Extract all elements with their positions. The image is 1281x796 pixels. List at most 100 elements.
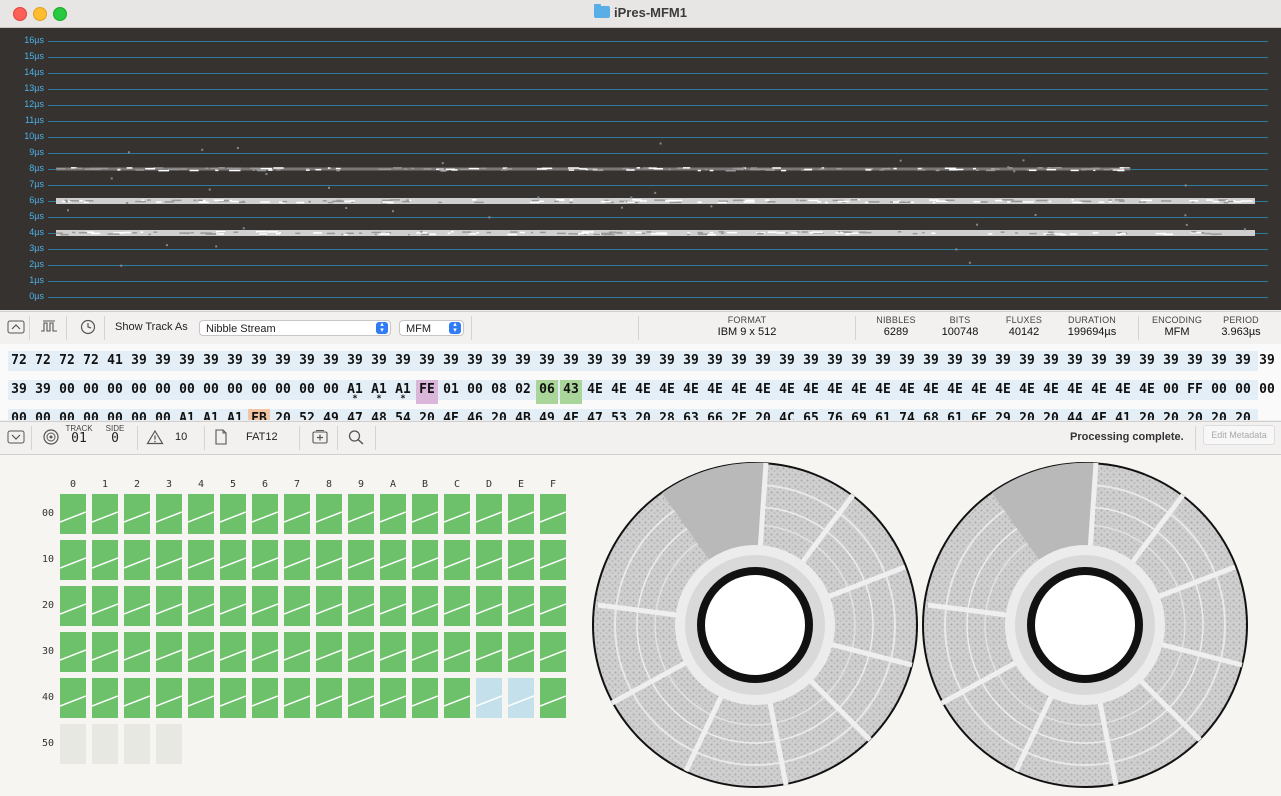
hex-byte[interactable]: 44 xyxy=(1064,409,1086,420)
hex-byte[interactable]: 39 xyxy=(776,351,798,375)
hex-byte[interactable]: 39 xyxy=(944,351,966,375)
sector-cell-ok[interactable] xyxy=(540,586,566,626)
hex-byte[interactable]: 4C xyxy=(776,409,798,420)
hex-byte[interactable]: 39 xyxy=(272,351,294,375)
hex-byte[interactable]: 4E xyxy=(920,380,942,404)
sector-cell-ok[interactable] xyxy=(188,586,214,626)
hex-byte[interactable]: 20 xyxy=(1232,409,1254,420)
hex-byte[interactable]: 00 xyxy=(56,409,78,420)
hex-byte[interactable]: 39 xyxy=(920,351,942,375)
hex-byte[interactable]: 4E xyxy=(872,380,894,404)
hex-byte[interactable]: 39 xyxy=(584,351,606,375)
sector-cell-ok[interactable] xyxy=(412,678,438,718)
hex-byte[interactable]: 4E xyxy=(824,380,846,404)
hex-byte[interactable]: 39 xyxy=(536,351,558,375)
hex-byte[interactable]: 00 xyxy=(152,380,174,404)
hex-byte[interactable]: 54 xyxy=(392,409,414,420)
sector-cell-unused[interactable] xyxy=(124,724,150,764)
hex-byte[interactable]: 39 xyxy=(632,351,654,375)
hex-byte[interactable]: 4E xyxy=(800,380,822,404)
hex-byte[interactable]: 4E xyxy=(584,380,606,404)
hex-byte[interactable]: 20 xyxy=(1184,409,1206,420)
hex-byte[interactable]: 29 xyxy=(992,409,1014,420)
sector-cell-ok[interactable] xyxy=(124,632,150,672)
hex-byte[interactable]: 39 xyxy=(1016,351,1038,375)
hex-byte[interactable]: 20 xyxy=(1040,409,1062,420)
sector-cell-ok[interactable] xyxy=(380,494,406,534)
hex-byte[interactable]: 53 xyxy=(608,409,630,420)
hex-byte[interactable]: 47 xyxy=(584,409,606,420)
hex-byte[interactable]: 39 xyxy=(1112,351,1134,375)
hex-byte[interactable]: 20 xyxy=(632,409,654,420)
sector-cell-ok[interactable] xyxy=(188,540,214,580)
hex-byte[interactable]: A1* xyxy=(224,409,246,420)
sector-cell-ok[interactable] xyxy=(380,632,406,672)
hex-byte[interactable]: 39 xyxy=(896,351,918,375)
hex-byte[interactable]: 4E xyxy=(1136,380,1158,404)
hex-byte[interactable]: 4E xyxy=(704,380,726,404)
hex-byte[interactable]: 00 xyxy=(152,409,174,420)
sector-cell-ok[interactable] xyxy=(252,632,278,672)
clock-icon[interactable] xyxy=(79,319,97,335)
sector-cell-ok[interactable] xyxy=(124,540,150,580)
hex-byte[interactable]: 39 xyxy=(248,351,270,375)
sector-cell-ok[interactable] xyxy=(476,540,502,580)
hex-byte[interactable]: 39 xyxy=(872,351,894,375)
hex-byte[interactable]: 52 xyxy=(296,409,318,420)
hex-byte[interactable]: 39 xyxy=(824,351,846,375)
hex-byte[interactable]: 20 xyxy=(1208,409,1230,420)
hex-byte[interactable]: 39 xyxy=(128,351,150,375)
sector-cell-ok[interactable] xyxy=(540,632,566,672)
sector-cell-ok[interactable] xyxy=(220,494,246,534)
sector-cell-ok[interactable] xyxy=(412,540,438,580)
sector-cell-ok[interactable] xyxy=(380,678,406,718)
hex-byte[interactable]: 39 xyxy=(1160,351,1182,375)
sector-cell-ok[interactable] xyxy=(348,632,374,672)
hex-byte[interactable]: 72 xyxy=(80,351,102,375)
hex-byte[interactable]: 39 xyxy=(176,351,198,375)
hex-byte[interactable]: 4E xyxy=(752,380,774,404)
sector-cell-ok[interactable] xyxy=(284,540,310,580)
hex-byte[interactable]: 72 xyxy=(56,351,78,375)
sector-cell-ok[interactable] xyxy=(92,632,118,672)
sector-cell-ok[interactable] xyxy=(380,586,406,626)
hex-byte[interactable]: 39 xyxy=(848,351,870,375)
hex-byte[interactable]: 20 xyxy=(1136,409,1158,420)
hex-byte[interactable]: 49 xyxy=(320,409,342,420)
hex-byte[interactable]: 39 xyxy=(680,351,702,375)
sector-cell-ok[interactable] xyxy=(316,586,342,626)
hex-byte[interactable]: 39 xyxy=(440,351,462,375)
sector-cell-ok[interactable] xyxy=(156,632,182,672)
hex-byte[interactable]: 00 xyxy=(248,380,270,404)
sector-cell-ok[interactable] xyxy=(220,586,246,626)
sector-cell-ok[interactable] xyxy=(60,586,86,626)
hex-byte[interactable]: A1* xyxy=(392,380,414,404)
hex-byte[interactable]: 72 xyxy=(32,351,54,375)
hex-byte[interactable]: 39 xyxy=(8,380,30,404)
sector-cell-ok[interactable] xyxy=(124,678,150,718)
hex-byte[interactable]: 39 xyxy=(1040,351,1062,375)
sector-cell-ok[interactable] xyxy=(444,678,470,718)
sector-cell-ok[interactable] xyxy=(188,678,214,718)
hex-byte[interactable]: A1* xyxy=(344,380,366,404)
encoding-popup[interactable]: MFM ▴ ▾ xyxy=(399,320,464,336)
sector-cell-ok[interactable] xyxy=(220,678,246,718)
search-icon[interactable] xyxy=(347,429,365,445)
sector-cell-ok[interactable] xyxy=(124,494,150,534)
warning-icon[interactable] xyxy=(146,429,164,445)
hex-byte[interactable]: 41 xyxy=(1112,409,1134,420)
sector-cell-ok[interactable] xyxy=(156,678,182,718)
sector-cell-ok[interactable] xyxy=(412,632,438,672)
hex-byte[interactable]: 2E xyxy=(728,409,750,420)
hex-byte[interactable]: 39 xyxy=(200,351,222,375)
hex-byte[interactable]: 4E xyxy=(656,380,678,404)
sector-cell-ok[interactable] xyxy=(252,540,278,580)
hex-byte[interactable]: 49 xyxy=(536,409,558,420)
hex-byte[interactable]: 4E xyxy=(1112,380,1134,404)
hex-byte[interactable]: 20 xyxy=(1160,409,1182,420)
hex-byte[interactable]: 63 xyxy=(680,409,702,420)
hex-byte[interactable]: 4E xyxy=(944,380,966,404)
hex-byte[interactable]: 39 xyxy=(416,351,438,375)
hex-byte[interactable]: 68 xyxy=(920,409,942,420)
hex-byte[interactable]: 00 xyxy=(128,409,150,420)
